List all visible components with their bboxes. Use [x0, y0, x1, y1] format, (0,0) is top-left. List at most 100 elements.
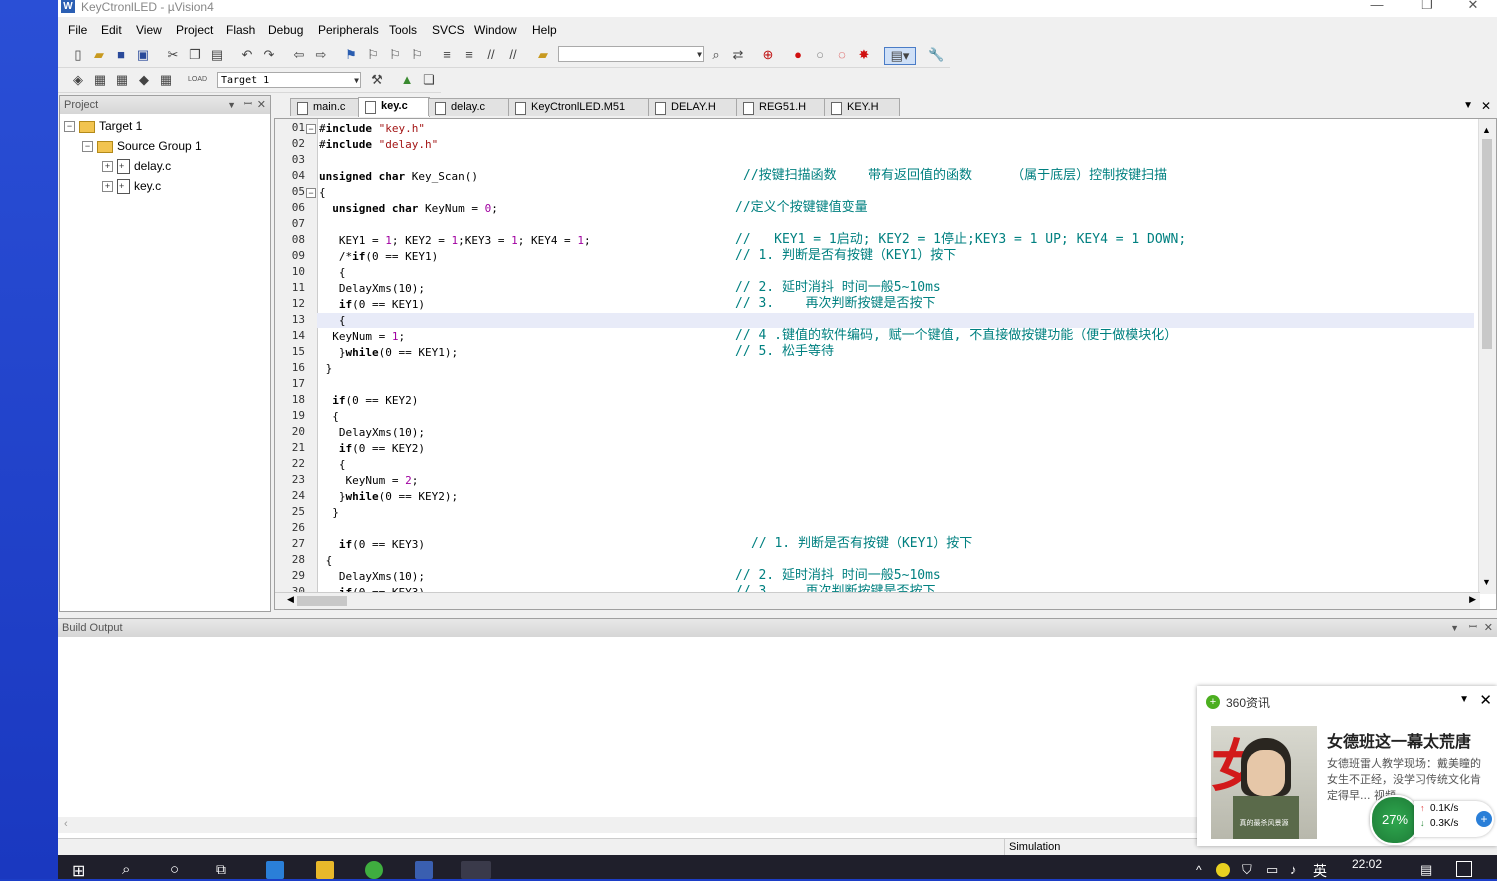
chevron-down-icon[interactable]: ▼	[227, 96, 236, 114]
tab-reg51-h[interactable]: REG51.H	[736, 98, 826, 116]
code-line[interactable]: {	[319, 553, 333, 569]
bookmark-icon[interactable]: ⚑	[343, 47, 359, 63]
code-line[interactable]: /*if(0 == KEY1)	[319, 249, 438, 265]
scroll-right-icon[interactable]: ▶	[1469, 594, 1476, 605]
new-file-icon[interactable]: ▯	[70, 47, 86, 63]
clock-time[interactable]: 22:02	[1352, 857, 1382, 871]
config-icon[interactable]: 🔧	[928, 47, 944, 63]
code-editor[interactable]: 01−02 03 04 05−06 07 08 09 10 11 12 13 14 15 16 17 18 19…	[274, 118, 1497, 610]
bookmark-next-icon[interactable]: ⚐	[387, 47, 403, 63]
active-app-icon[interactable]	[461, 861, 491, 879]
tree-target[interactable]: − Target 1	[64, 118, 142, 134]
news-headline[interactable]: 女德班这一幕太荒唐	[1327, 728, 1471, 752]
code-line[interactable]: }	[319, 505, 339, 521]
target-select[interactable]: Target 1 ▼	[217, 72, 361, 88]
menu-edit[interactable]: Edit	[101, 23, 122, 37]
cut-icon[interactable]: ✂	[165, 47, 181, 63]
code-line[interactable]: {	[319, 185, 326, 201]
file-explorer-icon[interactable]	[316, 861, 334, 879]
code-line[interactable]: }while(0 == KEY1);	[319, 345, 458, 361]
select-packs-icon[interactable]: ❏	[421, 72, 437, 88]
breakpoint-disable-icon[interactable]: ○	[812, 47, 828, 63]
menu-file[interactable]: File	[68, 23, 87, 37]
close-icon[interactable]: ✕	[257, 96, 266, 114]
code-line[interactable]: if(0 == KEY2)	[319, 441, 425, 457]
restore-button[interactable]: ❐	[1404, 0, 1450, 15]
vertical-scrollbar[interactable]: ▲ ▼	[1478, 119, 1496, 594]
tab-key-c[interactable]: key.c	[358, 97, 430, 117]
code-line[interactable]: DelayXms(10);	[319, 425, 425, 441]
target-options-icon[interactable]: ⚒	[369, 72, 385, 88]
code-line[interactable]: unsigned char KeyNum = 0;	[319, 201, 498, 217]
code-line[interactable]: {	[319, 313, 346, 329]
scroll-down-icon[interactable]: ▼	[1482, 577, 1491, 587]
tab-m51[interactable]: KeyCtronlLED.M51	[508, 98, 652, 116]
collapse-icon[interactable]: −	[82, 141, 93, 153]
code-line[interactable]: {	[319, 265, 346, 281]
tree-source-group[interactable]: − Source Group 1	[82, 138, 202, 154]
tab-main-c[interactable]: main.c	[290, 98, 360, 116]
mail-icon[interactable]	[266, 861, 284, 879]
copy-icon[interactable]: ❐	[187, 47, 203, 63]
ime-indicator[interactable]: 英	[1313, 861, 1327, 881]
tab-key-h[interactable]: KEY.H	[824, 98, 900, 116]
fold-icon[interactable]: −	[306, 188, 316, 198]
undo-icon[interactable]: ↶	[239, 47, 255, 63]
code-line[interactable]: #include "delay.h"	[319, 137, 438, 153]
code-line[interactable]: DelayXms(10);	[319, 281, 425, 297]
code-line[interactable]: {	[319, 457, 346, 473]
redo-icon[interactable]: ↷	[261, 47, 277, 63]
uncomment-icon[interactable]: //	[505, 47, 521, 63]
menu-peripherals[interactable]: Peripherals	[318, 23, 379, 37]
find-icon[interactable]: ⌕	[708, 47, 724, 63]
find-in-files-icon[interactable]: ▰	[535, 47, 551, 63]
code-line[interactable]: unsigned char Key_Scan()	[319, 169, 478, 185]
nav-forward-icon[interactable]: ⇨	[313, 47, 329, 63]
code-line[interactable]: {	[319, 409, 339, 425]
tree-file-delay[interactable]: + delay.c	[102, 158, 171, 175]
indent-icon[interactable]: ≡	[439, 47, 455, 63]
unindent-icon[interactable]: ≡	[461, 47, 477, 63]
build-icon[interactable]: ▦	[92, 72, 108, 88]
chevron-down-icon[interactable]: ▼	[1463, 100, 1473, 111]
replace-icon[interactable]: ⇄	[730, 47, 746, 63]
bookmark-clear-icon[interactable]: ⚐	[409, 47, 425, 63]
paste-icon[interactable]: ▤	[209, 47, 225, 63]
chevron-down-icon[interactable]: ▼	[1459, 694, 1469, 705]
breakpoint-disable-all-icon[interactable]: ◌	[834, 47, 850, 63]
code-line[interactable]: KeyNum = 1;	[319, 329, 405, 345]
menu-debug[interactable]: Debug	[268, 23, 303, 37]
code-line[interactable]: if(0 == KEY3)	[319, 537, 425, 553]
tray-network-icon[interactable]: ▭	[1266, 862, 1278, 878]
tray-shield-icon[interactable]: ⛉	[1242, 862, 1252, 878]
find-combo[interactable]: ▼	[558, 46, 704, 62]
tray-360-icon[interactable]	[1216, 863, 1230, 877]
fold-icon[interactable]: −	[306, 124, 316, 134]
speed-widget[interactable]: 27% ↑ 0.1K/s ↓ 0.3K/s +	[1370, 795, 1497, 845]
rebuild-icon[interactable]: ▦	[114, 72, 130, 88]
code-line[interactable]: KEY1 = 1; KEY2 = 1;KEY3 = 1; KEY4 = 1;	[319, 233, 591, 249]
load-icon[interactable]: LOAD	[188, 72, 207, 88]
pin-icon[interactable]: ꟷ	[1469, 619, 1477, 637]
pin-icon[interactable]: ꟷ	[244, 96, 252, 114]
code-line[interactable]: if(0 == KEY2)	[319, 393, 418, 409]
scroll-left-icon[interactable]: ‹	[64, 818, 68, 830]
close-icon[interactable]: ✕	[1484, 619, 1493, 637]
task-view-icon[interactable]: ⧉	[216, 861, 226, 878]
open-icon[interactable]: ▰	[91, 47, 107, 63]
tree-file-key[interactable]: + key.c	[102, 178, 161, 195]
menu-flash[interactable]: Flash	[226, 23, 255, 37]
windows-start-icon[interactable]: ⊞	[72, 861, 85, 881]
hscroll-thumb[interactable]	[297, 596, 347, 606]
expand-icon[interactable]: +	[102, 181, 113, 193]
menu-project[interactable]: Project	[176, 23, 213, 37]
notification-icon[interactable]: ▤	[1420, 862, 1432, 878]
scroll-left-icon[interactable]: ◀	[287, 594, 294, 605]
translate-icon[interactable]: ◈	[70, 72, 86, 88]
uvision-task-icon[interactable]	[415, 861, 433, 879]
horizontal-scrollbar[interactable]: ◀ ▶	[275, 592, 1480, 609]
window-layout-icon[interactable]: ▤▾	[884, 47, 916, 65]
menu-tools[interactable]: Tools	[389, 23, 417, 37]
minimize-button[interactable]: —	[1354, 0, 1400, 15]
save-icon[interactable]: ■	[113, 47, 129, 63]
